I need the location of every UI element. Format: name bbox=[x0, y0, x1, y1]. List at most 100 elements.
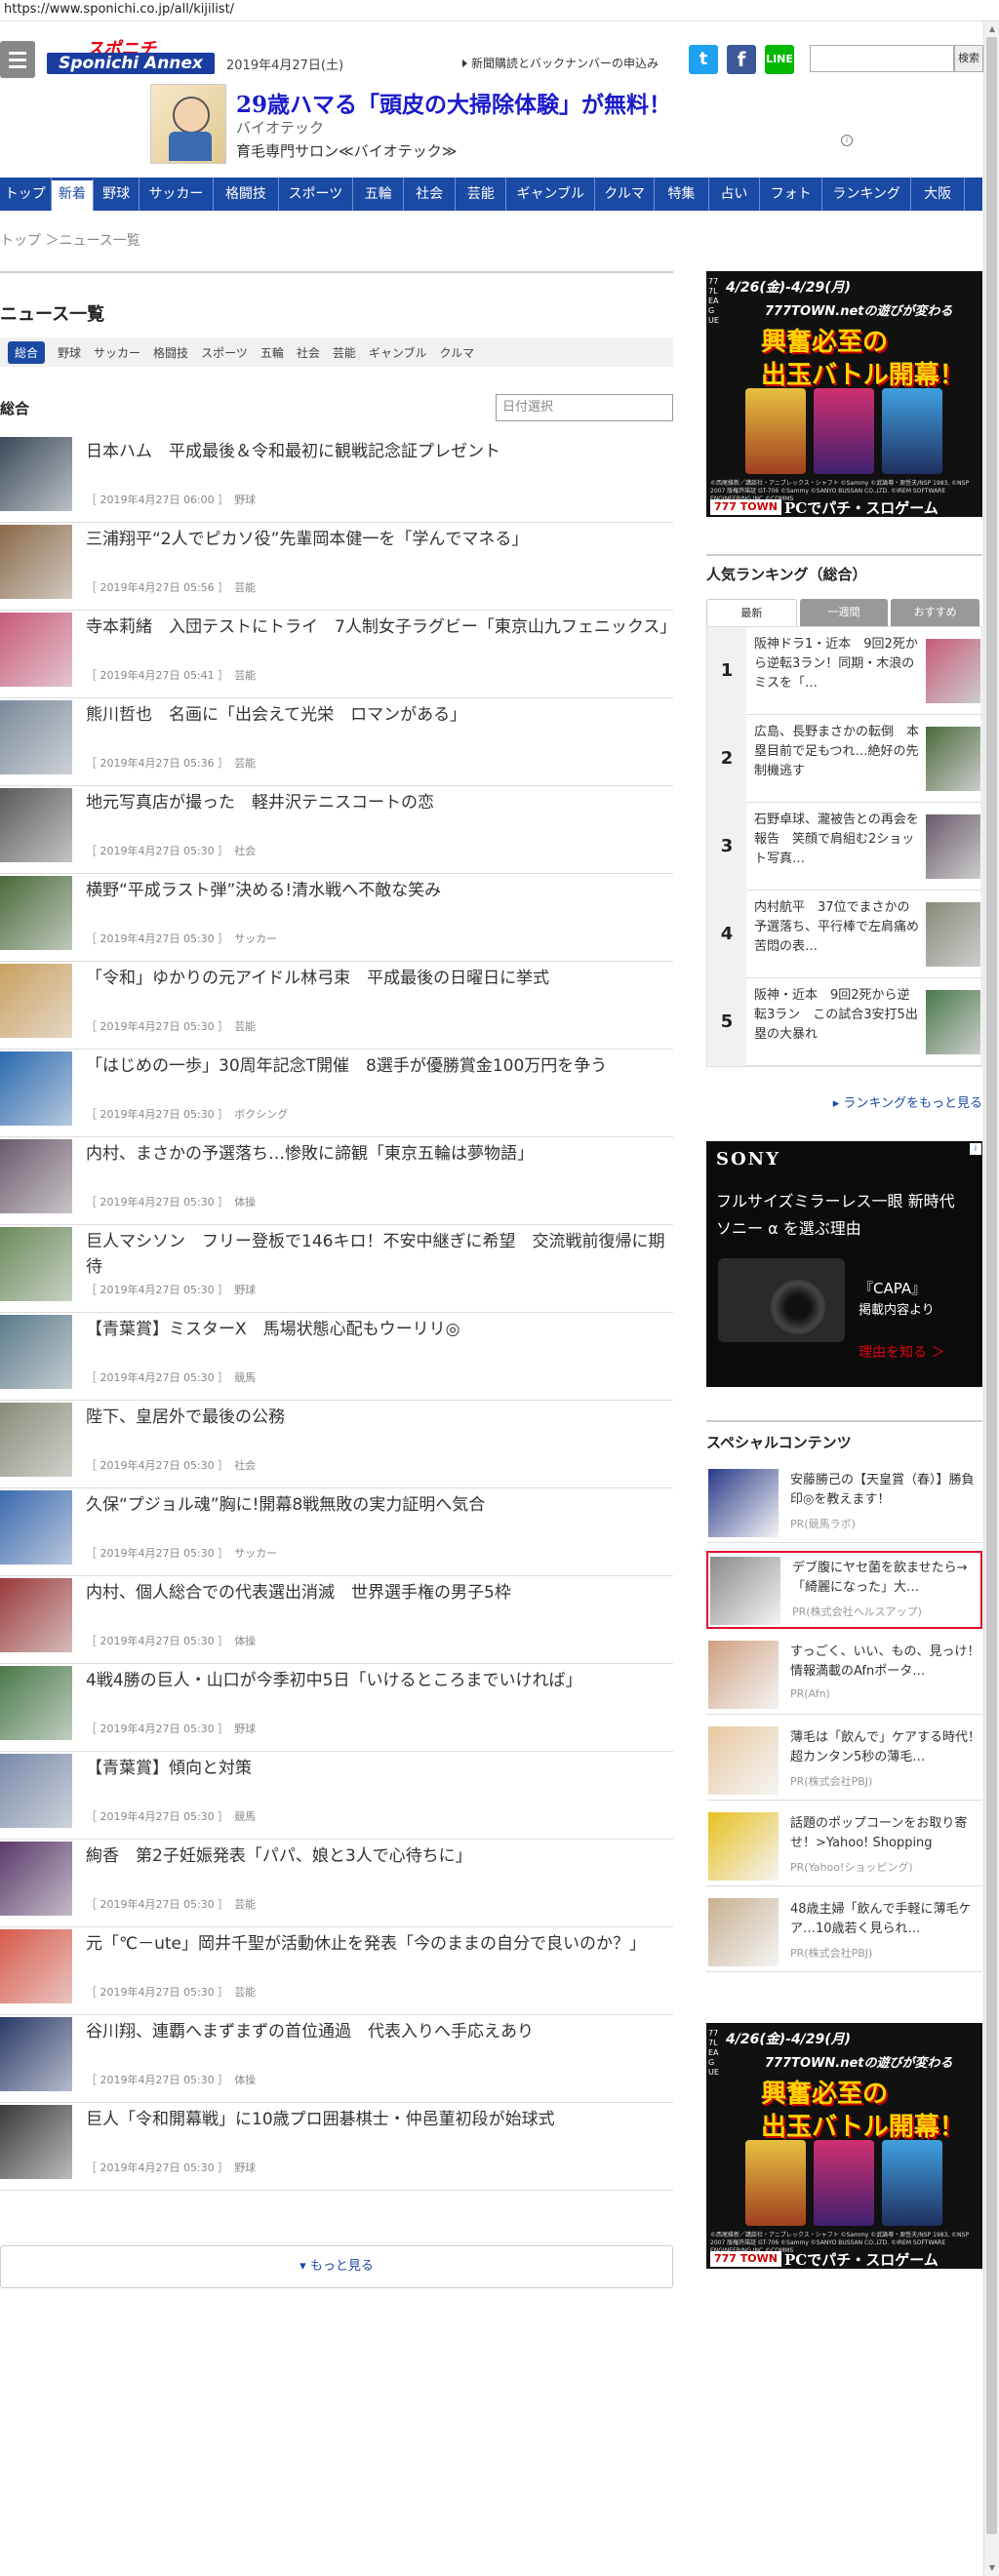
special-thumbnail[interactable] bbox=[708, 1641, 779, 1709]
special-text[interactable]: 話題のポップコーンをお取り寄せ！>Yahoo! Shopping bbox=[790, 1814, 981, 1853]
ad-title[interactable]: 29歳ハマる「頭皮の大掃除体験」が無料！ bbox=[236, 86, 671, 119]
breadcrumb[interactable]: トップ ＞ニュース一覧 bbox=[0, 230, 140, 250]
ranking-tab-latest[interactable]: 最新 bbox=[706, 599, 797, 626]
category-tab[interactable]: 野球 bbox=[58, 344, 81, 361]
news-row[interactable]: 巨人「令和開幕戦」に10歳プロ囲碁棋士・仲邑菫初段が始球式 ［ 2019年4月27… bbox=[0, 2103, 673, 2191]
news-row[interactable]: 熊川哲也 名画に「出会えて光栄 ロマンがある」 ［ 2019年4月27日 05:3… bbox=[0, 698, 673, 786]
news-title[interactable]: 日本ハム 平成最後＆令和最初に観戦記念証プレゼント bbox=[86, 439, 671, 464]
nav-item[interactable]: 新着 bbox=[51, 178, 95, 211]
special-item[interactable]: 薄毛は「飲んで」ケアする時代！超カンタン5秒の薄毛… PR(株式会社PBJ) bbox=[706, 1723, 982, 1801]
special-thumbnail[interactable] bbox=[708, 1812, 779, 1881]
ad-info-icon[interactable]: i bbox=[841, 135, 853, 146]
nav-item[interactable]: スポーツ bbox=[279, 178, 353, 211]
nav-item[interactable]: トップ bbox=[0, 178, 52, 211]
ranking-thumbnail[interactable] bbox=[926, 639, 980, 703]
news-title[interactable]: 【青葉賞】ミスターX 馬場状態心配もウーリリ◎ bbox=[86, 1317, 671, 1342]
news-row[interactable]: 地元写真店が撮った 軽井沢テニスコートの恋 ［ 2019年4月27日 05:30 … bbox=[0, 786, 673, 874]
news-title[interactable]: 元「℃－ute」岡井千聖が活動休止を発表「今のままの自分で良いのか？」 bbox=[86, 1931, 671, 1957]
news-thumbnail[interactable] bbox=[0, 1315, 72, 1389]
news-row[interactable]: 絢香 第2子妊娠発表「パパ、娘と3人で心待ちに」 ［ 2019年4月27日 05:… bbox=[0, 1840, 673, 1927]
news-title[interactable]: 「令和」ゆかりの元アイドル林弓束 平成最後の日曜日に挙式 bbox=[86, 966, 671, 991]
nav-item[interactable]: クルマ bbox=[595, 178, 656, 211]
nav-item[interactable]: 大阪 bbox=[911, 178, 966, 211]
news-thumbnail[interactable] bbox=[0, 2105, 72, 2179]
news-thumbnail[interactable] bbox=[0, 1490, 72, 1565]
nav-item[interactable]: 五輪 bbox=[353, 178, 405, 211]
news-row[interactable]: 【青葉賞】ミスターX 馬場状態心配もウーリリ◎ ［ 2019年4月27日 05:3… bbox=[0, 1313, 673, 1401]
scrollbar-thumb[interactable] bbox=[986, 37, 997, 2534]
top-ad[interactable]: 29歳ハマる「頭皮の大掃除体験」が無料！ バイオテック 育毛専門サロン≪バイオテ… bbox=[146, 78, 853, 178]
facebook-icon[interactable]: f bbox=[727, 45, 756, 74]
ranking-thumbnail[interactable] bbox=[926, 902, 980, 967]
news-row[interactable]: 「はじめの一歩」30周年記念T開催 8選手が優勝賞金100万円を争う ［ 2019… bbox=[0, 1050, 673, 1137]
special-thumbnail[interactable] bbox=[710, 1557, 780, 1625]
nav-item[interactable]: サッカー bbox=[140, 178, 214, 211]
adchoices-icon[interactable]: i bbox=[970, 1143, 981, 1155]
news-thumbnail[interactable] bbox=[0, 1403, 72, 1477]
special-text[interactable]: すっごく、いい、もの、見っけ！情報満載のAfnポータ… bbox=[790, 1643, 981, 1682]
news-thumbnail[interactable] bbox=[0, 613, 72, 687]
search-input[interactable] bbox=[810, 45, 954, 72]
news-row[interactable]: 「令和」ゆかりの元アイドル林弓束 平成最後の日曜日に挙式 ［ 2019年4月27日… bbox=[0, 962, 673, 1050]
news-row[interactable]: 内村、まさかの予選落ち…惨敗に諦観「東京五輪は夢物語」 ［ 2019年4月27日 … bbox=[0, 1137, 673, 1225]
nav-item[interactable]: 芸能 bbox=[456, 178, 507, 211]
ranking-tab-recommend[interactable]: おすすめ bbox=[891, 599, 980, 626]
news-row[interactable]: 4戦4勝の巨人・山口が今季初中5日「いけるところまでいければ」 ［ 2019年4月… bbox=[0, 1664, 673, 1752]
search-button[interactable]: 検索 bbox=[954, 45, 983, 72]
news-title[interactable]: 内村、個人総合での代表選出消滅 世界選手権の男子5枠 bbox=[86, 1580, 671, 1605]
twitter-icon[interactable]: t bbox=[689, 45, 718, 74]
category-tab[interactable]: 芸能 bbox=[333, 344, 356, 361]
address-bar[interactable]: https://www.sponichi.co.jp/all/kijilist/ bbox=[0, 0, 999, 21]
news-thumbnail[interactable] bbox=[0, 1666, 72, 1740]
special-text[interactable]: 安藤勝己の【天皇賞（春）】勝負印◎を教えます！ bbox=[790, 1471, 981, 1510]
ranking-thumbnail[interactable] bbox=[926, 990, 980, 1054]
category-tab[interactable]: サッカー bbox=[94, 344, 140, 361]
special-text[interactable]: デブ腹にヤセ菌を飲ませたら→「綺麗になった」大… bbox=[792, 1559, 983, 1598]
category-tab[interactable]: スポーツ bbox=[201, 344, 248, 361]
category-tab[interactable]: 社会 bbox=[297, 344, 320, 361]
ranking-text[interactable]: 内村航平 37位でまさかの予選落ち、平行棒で左肩痛め苦悶の表… bbox=[754, 898, 920, 957]
news-title[interactable]: 【青葉賞】傾向と対策 bbox=[86, 1756, 671, 1781]
ranking-item[interactable]: 4 内村航平 37位でまさかの予選落ち、平行棒で左肩痛め苦悶の表… bbox=[707, 891, 981, 978]
news-thumbnail[interactable] bbox=[0, 964, 72, 1038]
nav-item[interactable]: 特集 bbox=[655, 178, 709, 211]
category-tab[interactable]: ギャンブル bbox=[369, 344, 427, 361]
scroll-up-icon[interactable]: ▲ bbox=[984, 21, 999, 37]
news-thumbnail[interactable] bbox=[0, 1842, 72, 1916]
news-title[interactable]: 谷川翔、連覇へまずまずの首位通過 代表入りへ手応えあり bbox=[86, 2019, 671, 2044]
special-item[interactable]: 話題のポップコーンをお取り寄せ！>Yahoo! Shopping PR(Yahoo… bbox=[706, 1808, 982, 1886]
special-thumbnail[interactable] bbox=[708, 1726, 779, 1795]
ranking-item[interactable]: 3 石野卓球、瀧被告との再会を報告 笑顔で肩組む2ショット写真… bbox=[707, 803, 981, 891]
news-title[interactable]: 4戦4勝の巨人・山口が今季初中5日「いけるところまでいければ」 bbox=[86, 1668, 671, 1693]
special-thumbnail[interactable] bbox=[708, 1469, 779, 1537]
news-row[interactable]: 陛下、皇居外で最後の公務 ［ 2019年4月27日 05:30 ］ 社会 bbox=[0, 1401, 673, 1488]
category-tab[interactable]: 五輪 bbox=[260, 344, 284, 361]
news-title[interactable]: 絢香 第2子妊娠発表「パパ、娘と3人で心待ちに」 bbox=[86, 1843, 671, 1869]
news-title[interactable]: 巨人マシソン フリー登板で146キロ！不安中継ぎに希望 交流戦前復帰に期待 bbox=[86, 1229, 671, 1280]
nav-item[interactable]: ギャンブル bbox=[506, 178, 595, 211]
news-row[interactable]: 元「℃－ute」岡井千聖が活動休止を発表「今のままの自分で良いのか？」 ［ 201… bbox=[0, 1927, 673, 2015]
category-tab[interactable]: クルマ bbox=[440, 344, 475, 361]
category-tab[interactable]: 格闘技 bbox=[153, 344, 188, 361]
news-thumbnail[interactable] bbox=[0, 1578, 72, 1652]
news-row[interactable]: 横野“平成ラスト弾”決める!清水戦へ不敵な笑み ［ 2019年4月27日 05:3… bbox=[0, 874, 673, 962]
news-title[interactable]: 三浦翔平“2人でピカソ役”先輩岡本健一を「学んでマネる」 bbox=[86, 527, 671, 552]
news-thumbnail[interactable] bbox=[0, 876, 72, 950]
news-title[interactable]: 久保“プジョル魂”胸に!開幕8戦無敗の実力証明へ気合 bbox=[86, 1492, 671, 1518]
ranking-tab-week[interactable]: 一週間 bbox=[799, 599, 889, 626]
news-row[interactable]: 【青葉賞】傾向と対策 ［ 2019年4月27日 05:30 ］ 競馬 bbox=[0, 1752, 673, 1840]
special-item[interactable]: すっごく、いい、もの、見っけ！情報満載のAfnポータ… PR(Afn) bbox=[706, 1637, 982, 1715]
news-thumbnail[interactable] bbox=[0, 2017, 72, 2091]
news-row[interactable]: 谷川翔、連覇へまずまずの首位通過 代表入りへ手応えあり ［ 2019年4月27日 … bbox=[0, 2015, 673, 2103]
menu-icon[interactable] bbox=[0, 41, 35, 78]
vertical-scrollbar[interactable]: ▲ ▼ bbox=[983, 21, 999, 2576]
sony-ad[interactable]: SONY i フルサイズミラーレス一眼 新時代 ソニー α を選ぶ理由 『CAP… bbox=[706, 1141, 982, 1387]
news-title[interactable]: 寺本莉緒 入団テストにトライ 7人制女子ラグビー「東京山九フェニックス」 bbox=[86, 614, 676, 640]
special-text[interactable]: 薄毛は「飲んで」ケアする時代！超カンタン5秒の薄毛… bbox=[790, 1728, 981, 1767]
nav-item[interactable]: フォト bbox=[760, 178, 823, 211]
nav-item[interactable]: 社会 bbox=[404, 178, 456, 211]
news-title[interactable]: 熊川哲也 名画に「出会えて光栄 ロマンがある」 bbox=[86, 702, 671, 728]
ranking-thumbnail[interactable] bbox=[926, 814, 980, 879]
category-tab[interactable]: 総合 bbox=[8, 340, 46, 364]
news-thumbnail[interactable] bbox=[0, 1051, 72, 1126]
